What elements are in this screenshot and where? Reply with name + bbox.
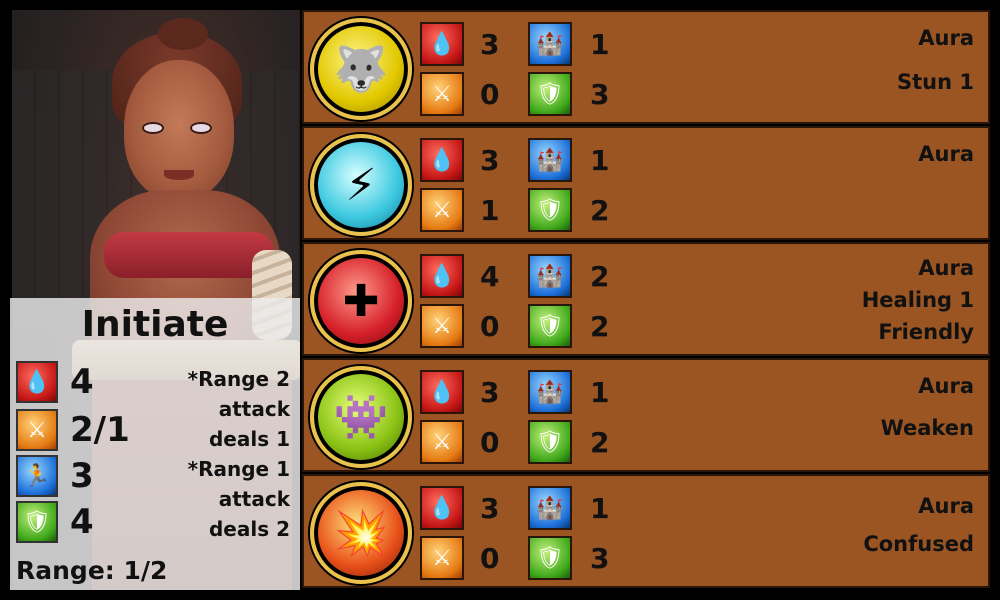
unit-attack: 0 (480, 78, 500, 111)
confused-fighters-icon: 💥 (310, 482, 412, 584)
movement-icon: 🏰 (528, 254, 572, 298)
health-icon: 💧 (420, 254, 464, 298)
healing-figure-icon: ✚ (310, 250, 412, 352)
stat-movement: 🏃 3 (16, 454, 146, 498)
unit-ability: Aura (918, 256, 974, 280)
attack-icon: ⚔ (420, 188, 464, 232)
unit-row[interactable]: 💥 💧 3 🏰 1 ⚔ 0 🛡 3 Aura Confused (302, 474, 990, 588)
character-right-eye (190, 122, 212, 134)
weaken-troll-icon: 👾 (310, 366, 412, 468)
unit-attack: 0 (480, 310, 500, 343)
unit-defense: 2 (590, 426, 610, 459)
unit-ability: Aura (918, 494, 974, 518)
stat-defense-value: 4 (70, 502, 94, 542)
attack-icon: ⚔ (420, 536, 464, 580)
unit-attack: 0 (480, 542, 500, 575)
range-note-line: attack (218, 487, 290, 511)
unit-health: 3 (480, 28, 500, 61)
attack-icon: ⚔ (420, 72, 464, 116)
movement-icon: 🏰 (528, 22, 572, 66)
defense-icon: 🛡 (528, 304, 572, 348)
stun-beast-icon: 🐺 (310, 18, 412, 120)
unit-ability: Weaken (880, 416, 974, 440)
health-icon: 💧 (16, 361, 58, 403)
movement-icon: 🏰 (528, 138, 572, 182)
health-icon: 💧 (420, 370, 464, 414)
character-range: Range: 1/2 (16, 556, 168, 585)
stat-defense: 🛡 4 (16, 500, 146, 544)
lightning-warrior-icon: ⚡ (310, 134, 412, 236)
range-note-line: *Range 1 (187, 457, 290, 481)
movement-icon: 🏰 (528, 486, 572, 530)
character-left-eye (142, 122, 164, 134)
unit-card: Initiate 💧 4 ⚔ 2/1 🏃 3 🛡 4 *Range 2 atta… (0, 0, 1000, 600)
unit-health: 4 (480, 260, 500, 293)
defense-icon: 🛡 (528, 536, 572, 580)
unit-defense: 2 (590, 310, 610, 343)
range-note-line: attack (218, 397, 290, 421)
unit-ability: Healing 1 (861, 288, 974, 312)
unit-ability: Stun 1 (897, 70, 974, 94)
unit-attack: 0 (480, 426, 500, 459)
defense-icon: 🛡 (528, 188, 572, 232)
movement-icon: 🏰 (528, 370, 572, 414)
unit-health: 3 (480, 492, 500, 525)
health-icon: 💧 (420, 22, 464, 66)
unit-ability: Confused (863, 532, 974, 556)
unit-ability: Aura (918, 142, 974, 166)
unit-health: 3 (480, 376, 500, 409)
unit-ability: Aura (918, 374, 974, 398)
unit-attack: 1 (480, 194, 500, 227)
unit-health: 3 (480, 144, 500, 177)
stat-movement-value: 3 (70, 456, 94, 496)
stat-attack: ⚔ 2/1 (16, 408, 146, 452)
character-name: Initiate (81, 304, 229, 345)
movement-icon: 🏃 (16, 455, 58, 497)
defense-icon: 🛡 (528, 420, 572, 464)
unit-defense: 3 (590, 542, 610, 575)
stat-health-value: 4 (70, 362, 94, 402)
stat-attack-value: 2/1 (70, 410, 130, 450)
unit-row[interactable]: ⚡ 💧 3 🏰 1 ⚔ 1 🛡 2 Aura (302, 126, 990, 240)
health-icon: 💧 (420, 138, 464, 182)
unit-defense: 3 (590, 78, 610, 111)
unit-move: 1 (590, 28, 610, 61)
unit-move: 2 (590, 260, 610, 293)
stat-health: 💧 4 (16, 360, 146, 404)
unit-ability: Aura (918, 26, 974, 50)
defense-icon: 🛡 (528, 72, 572, 116)
unit-row[interactable]: 👾 💧 3 🏰 1 ⚔ 0 🛡 2 Aura Weaken (302, 358, 990, 472)
unit-row[interactable]: ✚ 💧 4 🏰 2 ⚔ 0 🛡 2 Aura Healing 1 Friendl… (302, 242, 990, 356)
attack-icon: ⚔ (420, 420, 464, 464)
unit-row[interactable]: 🐺 💧 3 🏰 1 ⚔ 0 🛡 3 Aura Stun 1 (302, 10, 990, 124)
character-red-wrap (104, 232, 274, 278)
unit-move: 1 (590, 492, 610, 525)
character-mouth (164, 170, 194, 180)
unit-defense: 2 (590, 194, 610, 227)
range-note-line: *Range 2 (187, 367, 290, 391)
character-stats-panel: Initiate 💧 4 ⚔ 2/1 🏃 3 🛡 4 *Range 2 atta… (10, 298, 300, 590)
unit-move: 1 (590, 144, 610, 177)
range-note: *Range 2 attack deals 1 *Range 1 attack … (140, 364, 290, 544)
range-note-line: deals 2 (208, 517, 290, 541)
defense-icon: 🛡 (16, 501, 58, 543)
unit-ability: Friendly (878, 320, 974, 344)
range-note-line: deals 1 (208, 427, 290, 451)
unit-move: 1 (590, 376, 610, 409)
character-hair-bun (158, 18, 208, 50)
attack-icon: ⚔ (420, 304, 464, 348)
attack-icon: ⚔ (16, 409, 58, 451)
health-icon: 💧 (420, 486, 464, 530)
